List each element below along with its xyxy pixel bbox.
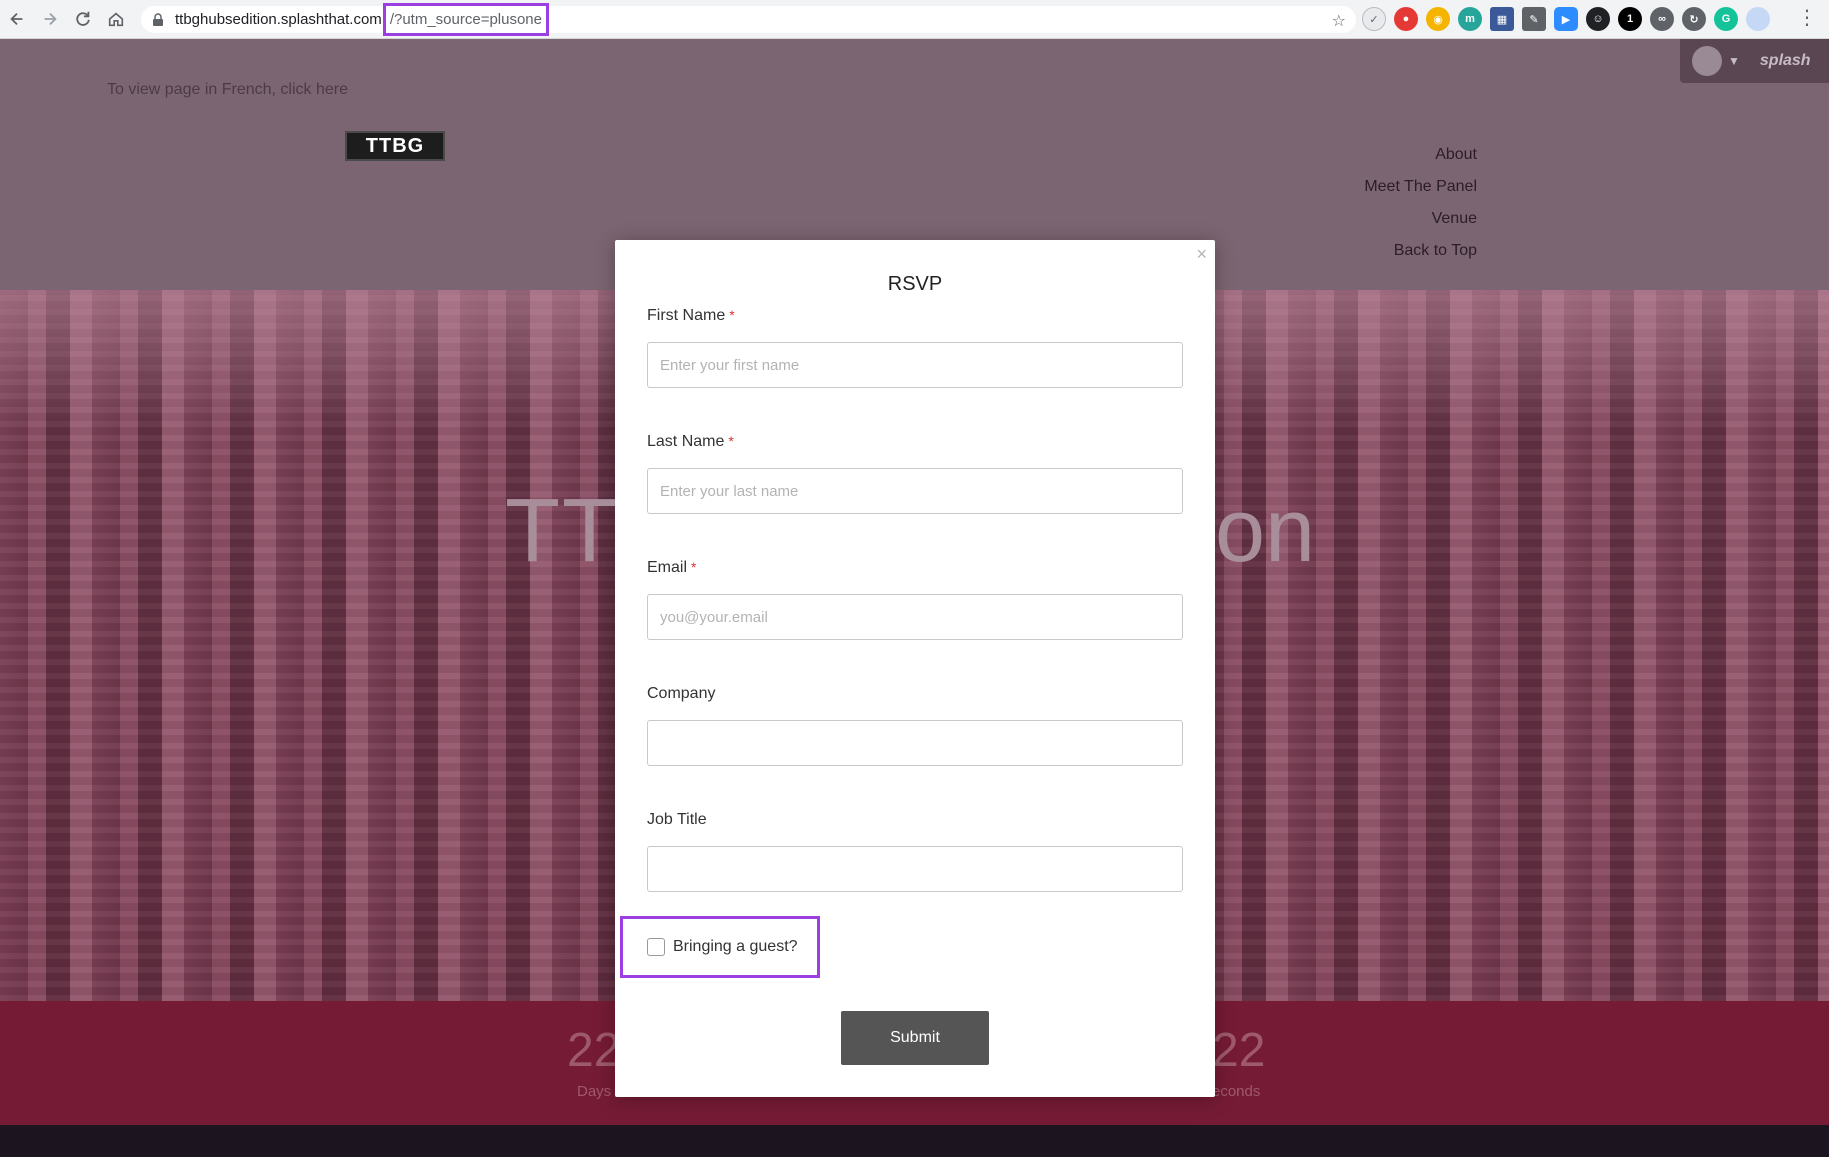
splash-account-menu[interactable]: ▼ splash — [1680, 39, 1829, 83]
hero-title-end: on — [1215, 481, 1316, 581]
logo-text: TTBG — [365, 134, 425, 157]
nav-venue[interactable]: Venue — [1364, 203, 1477, 235]
french-link[interactable]: To view page in French, click here — [107, 81, 348, 99]
link-extension-icon[interactable]: ∞ — [1650, 7, 1674, 31]
calendar-extension-icon[interactable]: ▦ — [1490, 7, 1514, 31]
countdown-days-value: 22 — [567, 1024, 621, 1077]
lock-icon — [153, 12, 163, 26]
first-name-label-text: First Name — [647, 307, 726, 324]
browser-toolbar: ttbghubsedition.splashthat.com /?utm_sou… — [0, 0, 1829, 39]
grammarly-extension-icon[interactable]: G — [1714, 7, 1738, 31]
company-label: Company — [647, 685, 716, 702]
first-name-input[interactable] — [647, 342, 1183, 388]
email-field: Email * — [647, 559, 1183, 640]
last-name-input[interactable] — [647, 468, 1183, 514]
nav-meet-the-panel[interactable]: Meet The Panel — [1364, 171, 1477, 203]
bringing-guest-checkbox[interactable] — [647, 938, 665, 956]
video-extension-icon[interactable]: ▶ — [1554, 7, 1578, 31]
required-marker: * — [691, 559, 697, 575]
email-input[interactable] — [647, 594, 1183, 640]
page-footer — [0, 1125, 1829, 1157]
forward-icon[interactable] — [34, 3, 66, 35]
teal-extension-icon[interactable]: m — [1458, 7, 1482, 31]
company-input[interactable] — [647, 720, 1183, 766]
first-name-field: First Name * — [647, 307, 1183, 388]
countdown-seconds-label: econds — [1212, 1083, 1261, 1100]
modal-title: RSVP — [887, 273, 943, 295]
profile-icon[interactable] — [1746, 7, 1770, 31]
shield-extension-icon[interactable]: ✓ — [1362, 7, 1386, 31]
required-marker: * — [729, 307, 735, 323]
last-name-field: Last Name * — [647, 433, 1183, 514]
last-name-label: Last Name * — [647, 433, 1183, 453]
tool-extension-icon[interactable]: ✎ — [1522, 7, 1546, 31]
sync-extension-icon[interactable]: ↻ — [1682, 7, 1706, 31]
ttbg-logo[interactable]: TTBG — [345, 131, 445, 161]
info-extension-icon[interactable]: 1 — [1618, 7, 1642, 31]
chevron-down-icon: ▼ — [1728, 54, 1740, 68]
countdown-seconds-value: 22 — [1212, 1024, 1266, 1077]
countdown-days-label: Days — [577, 1083, 612, 1100]
splash-brand: splash — [1759, 52, 1811, 69]
required-marker: * — [728, 433, 734, 449]
nav-about[interactable]: About — [1364, 139, 1477, 171]
bookmark-star-icon[interactable]: ☆ — [1332, 11, 1346, 31]
back-icon[interactable] — [1, 3, 33, 35]
email-label: Email * — [647, 559, 1183, 579]
address-bar[interactable]: ttbghubsedition.splashthat.com /?utm_sou… — [141, 3, 1356, 36]
bringing-guest-highlight: Bringing a guest? — [620, 916, 820, 978]
job-title-label: Job Title — [647, 811, 707, 828]
reload-icon[interactable] — [67, 3, 99, 35]
site-nav: About Meet The Panel Venue Back to Top — [1364, 139, 1477, 267]
close-icon[interactable]: × — [1196, 244, 1207, 265]
bringing-guest-label[interactable]: Bringing a guest? — [673, 938, 798, 956]
avatar — [1692, 46, 1722, 76]
last-name-label-text: Last Name — [647, 433, 725, 450]
email-label-text: Email — [647, 559, 688, 576]
home-icon[interactable] — [100, 3, 132, 35]
extensions-bar: ✓ ● ◉ m ▦ ✎ ▶ ☺ 1 ∞ ↻ G — [1362, 7, 1770, 31]
url-host: ttbghubsedition.splashthat.com — [175, 11, 382, 28]
more-menu-icon[interactable]: ⋮ — [1797, 8, 1817, 28]
user-extension-icon[interactable]: ☺ — [1586, 7, 1610, 31]
rsvp-modal: × RSVP First Name* Last Name* Email* Com… — [615, 240, 1215, 1097]
url-query-highlight: /?utm_source=plusone — [382, 3, 549, 36]
first-name-label: First Name * — [647, 307, 1183, 327]
nav-back-to-top[interactable]: Back to Top — [1364, 235, 1477, 267]
job-title-input[interactable] — [647, 846, 1183, 892]
job-title-field: Job Title — [647, 811, 1183, 892]
color-extension-icon[interactable]: ◉ — [1426, 7, 1450, 31]
submit-button[interactable]: Submit — [841, 1011, 989, 1065]
company-field: Company — [647, 685, 1183, 766]
red-extension-icon[interactable]: ● — [1394, 7, 1418, 31]
hero-title-start: TT — [505, 481, 619, 581]
